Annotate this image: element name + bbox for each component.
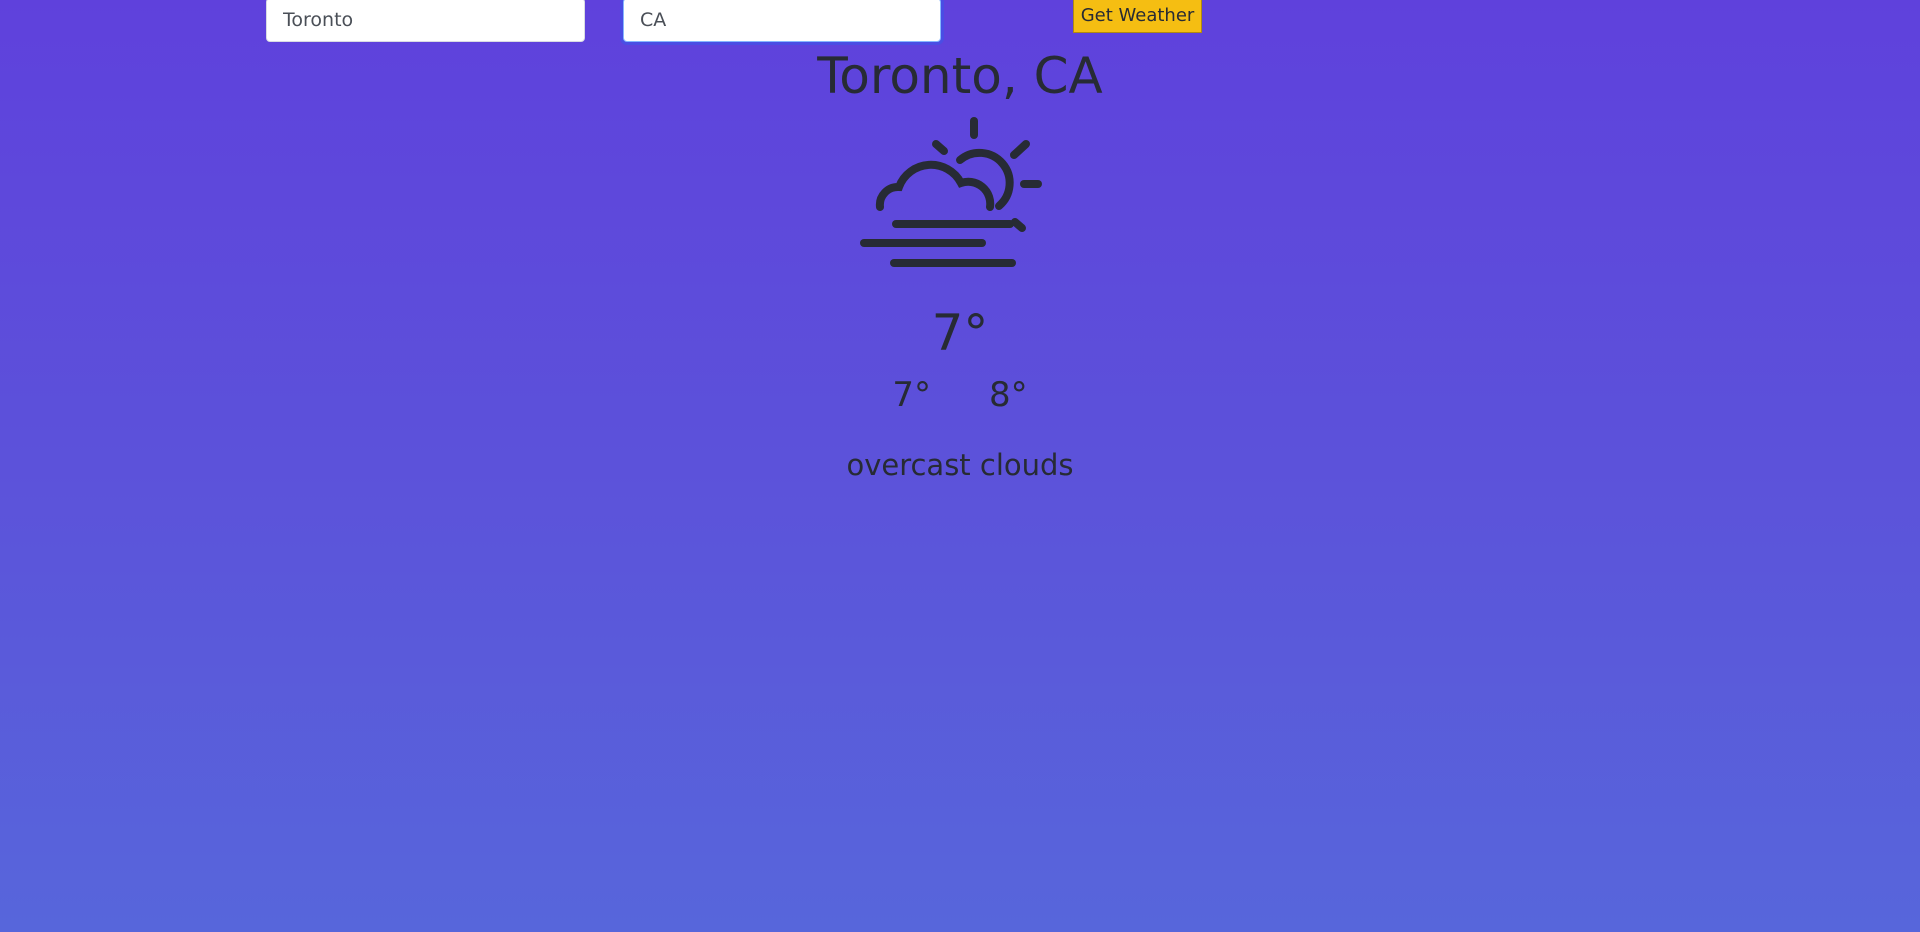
- current-temperature: 7°: [931, 304, 989, 362]
- fog-partly-cloudy-icon: [860, 117, 1042, 267]
- location-title: Toronto, CA: [817, 47, 1103, 105]
- min-temperature: 7°: [892, 375, 931, 415]
- city-input[interactable]: [266, 0, 585, 42]
- temperature-range: 7° 8°: [0, 374, 1920, 416]
- max-temperature: 8°: [989, 375, 1028, 415]
- weather-description: overcast clouds: [846, 448, 1074, 482]
- country-input[interactable]: [623, 0, 941, 42]
- get-weather-button[interactable]: Get Weather: [1073, 0, 1202, 33]
- weather-icon-container: [0, 117, 1920, 272]
